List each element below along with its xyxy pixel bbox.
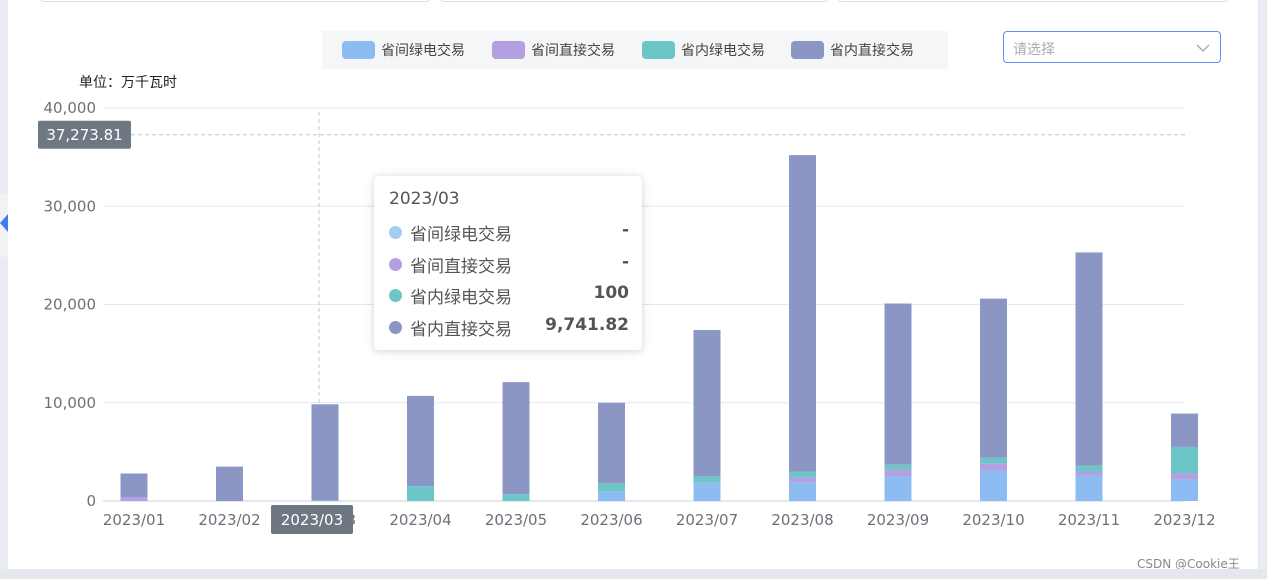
tooltip-series-value: - [621,220,629,240]
bar-segment [120,497,148,501]
tooltip-dot [389,226,402,239]
crosshair-x-label: 2023/03 [281,511,343,529]
bar-segment [693,482,721,501]
tooltip-row: 省内直接交易 9,741.82 [389,315,629,340]
bar-segment [1171,446,1198,474]
bar-segment [120,473,148,498]
bar-segment [407,486,434,501]
bar-segment [598,491,625,501]
bar-segment [884,303,912,465]
tooltip-series-name: 省内绿电交易 [410,288,512,308]
bar-segment [502,382,530,495]
tooltip-series-name: 省间绿电交易 [410,225,512,245]
x-tick-label: 2023/05 [485,511,547,529]
tooltip-row: 省间绿电交易 - [389,220,629,245]
x-tick-label: 2023/08 [771,511,833,529]
bar-segment [789,155,816,472]
bar-segment [311,404,339,501]
bar-segment [884,476,912,501]
tooltip-dot [389,258,402,271]
y-tick-label: 0 [86,492,96,510]
bar-segment [884,469,912,477]
x-tick-label: 2023/06 [580,511,642,529]
bar-segment [598,483,625,492]
crosshair-y-label: 37,273.81 [46,126,122,144]
bar-segment [980,457,1007,464]
y-tick-label: 30,000 [44,197,97,215]
x-tick-label: 2023/02 [198,511,260,529]
tooltip-series-value: - [621,252,629,272]
bar-segment [980,463,1007,471]
bar-segment [789,477,816,483]
bar-segment [1075,475,1103,501]
bar-segment [216,466,243,501]
y-tick-label: 40,000 [44,99,97,117]
bar-segment [980,298,1007,458]
chart-page: 省间绿电交易 省间直接交易 省内绿电交易 省内直接交易 请选择 单位：万千瓦时 … [0,0,1267,579]
tooltip-row: 省内绿电交易 100 [389,283,630,308]
bar-segment [1075,471,1103,476]
tooltip-series-value: 100 [593,283,630,303]
tooltip-title: 2023/03 [389,189,460,209]
x-tick-label: 2023/10 [962,511,1024,529]
tooltip-dot [389,289,402,302]
chart-tooltip: 2023/03 省间绿电交易 - 省间直接交易 - 省内绿电交易 100 省内直… [374,176,642,350]
x-tick-label: 2023/11 [1058,511,1120,529]
x-tick-label: 2023/07 [676,511,738,529]
bar-segment [693,330,721,477]
bar-segment [1171,473,1198,480]
y-tick-label: 10,000 [44,394,97,412]
bar-segment [311,500,339,501]
bar-segment [1171,413,1198,447]
tooltip-series-name: 省内直接交易 [410,320,512,340]
bar-segment [789,471,816,478]
bar-segment [789,482,816,501]
bottom-strip [0,569,1267,579]
bar-segment [502,494,530,501]
tooltip-dot [389,321,402,334]
bar-segment [598,402,625,484]
bar-segment [1075,252,1103,466]
x-tick-label: 2023/04 [389,511,451,529]
x-tick-label: 2023/09 [867,511,929,529]
bar-segment [1171,479,1198,501]
bar-segment [407,395,434,487]
x-tick-label: 2023/01 [103,511,165,529]
tooltip-row: 省间直接交易 - [389,252,629,277]
y-tick-label: 20,000 [44,296,97,314]
bar-segment [884,464,912,470]
tooltip-series-value: 9,741.82 [545,315,629,335]
bar-segment [980,470,1007,501]
tooltip-series-name: 省间直接交易 [410,257,512,277]
x-tick-label: 2023/12 [1153,511,1215,529]
bar-segment [1075,465,1103,472]
bar-segment [693,476,721,483]
